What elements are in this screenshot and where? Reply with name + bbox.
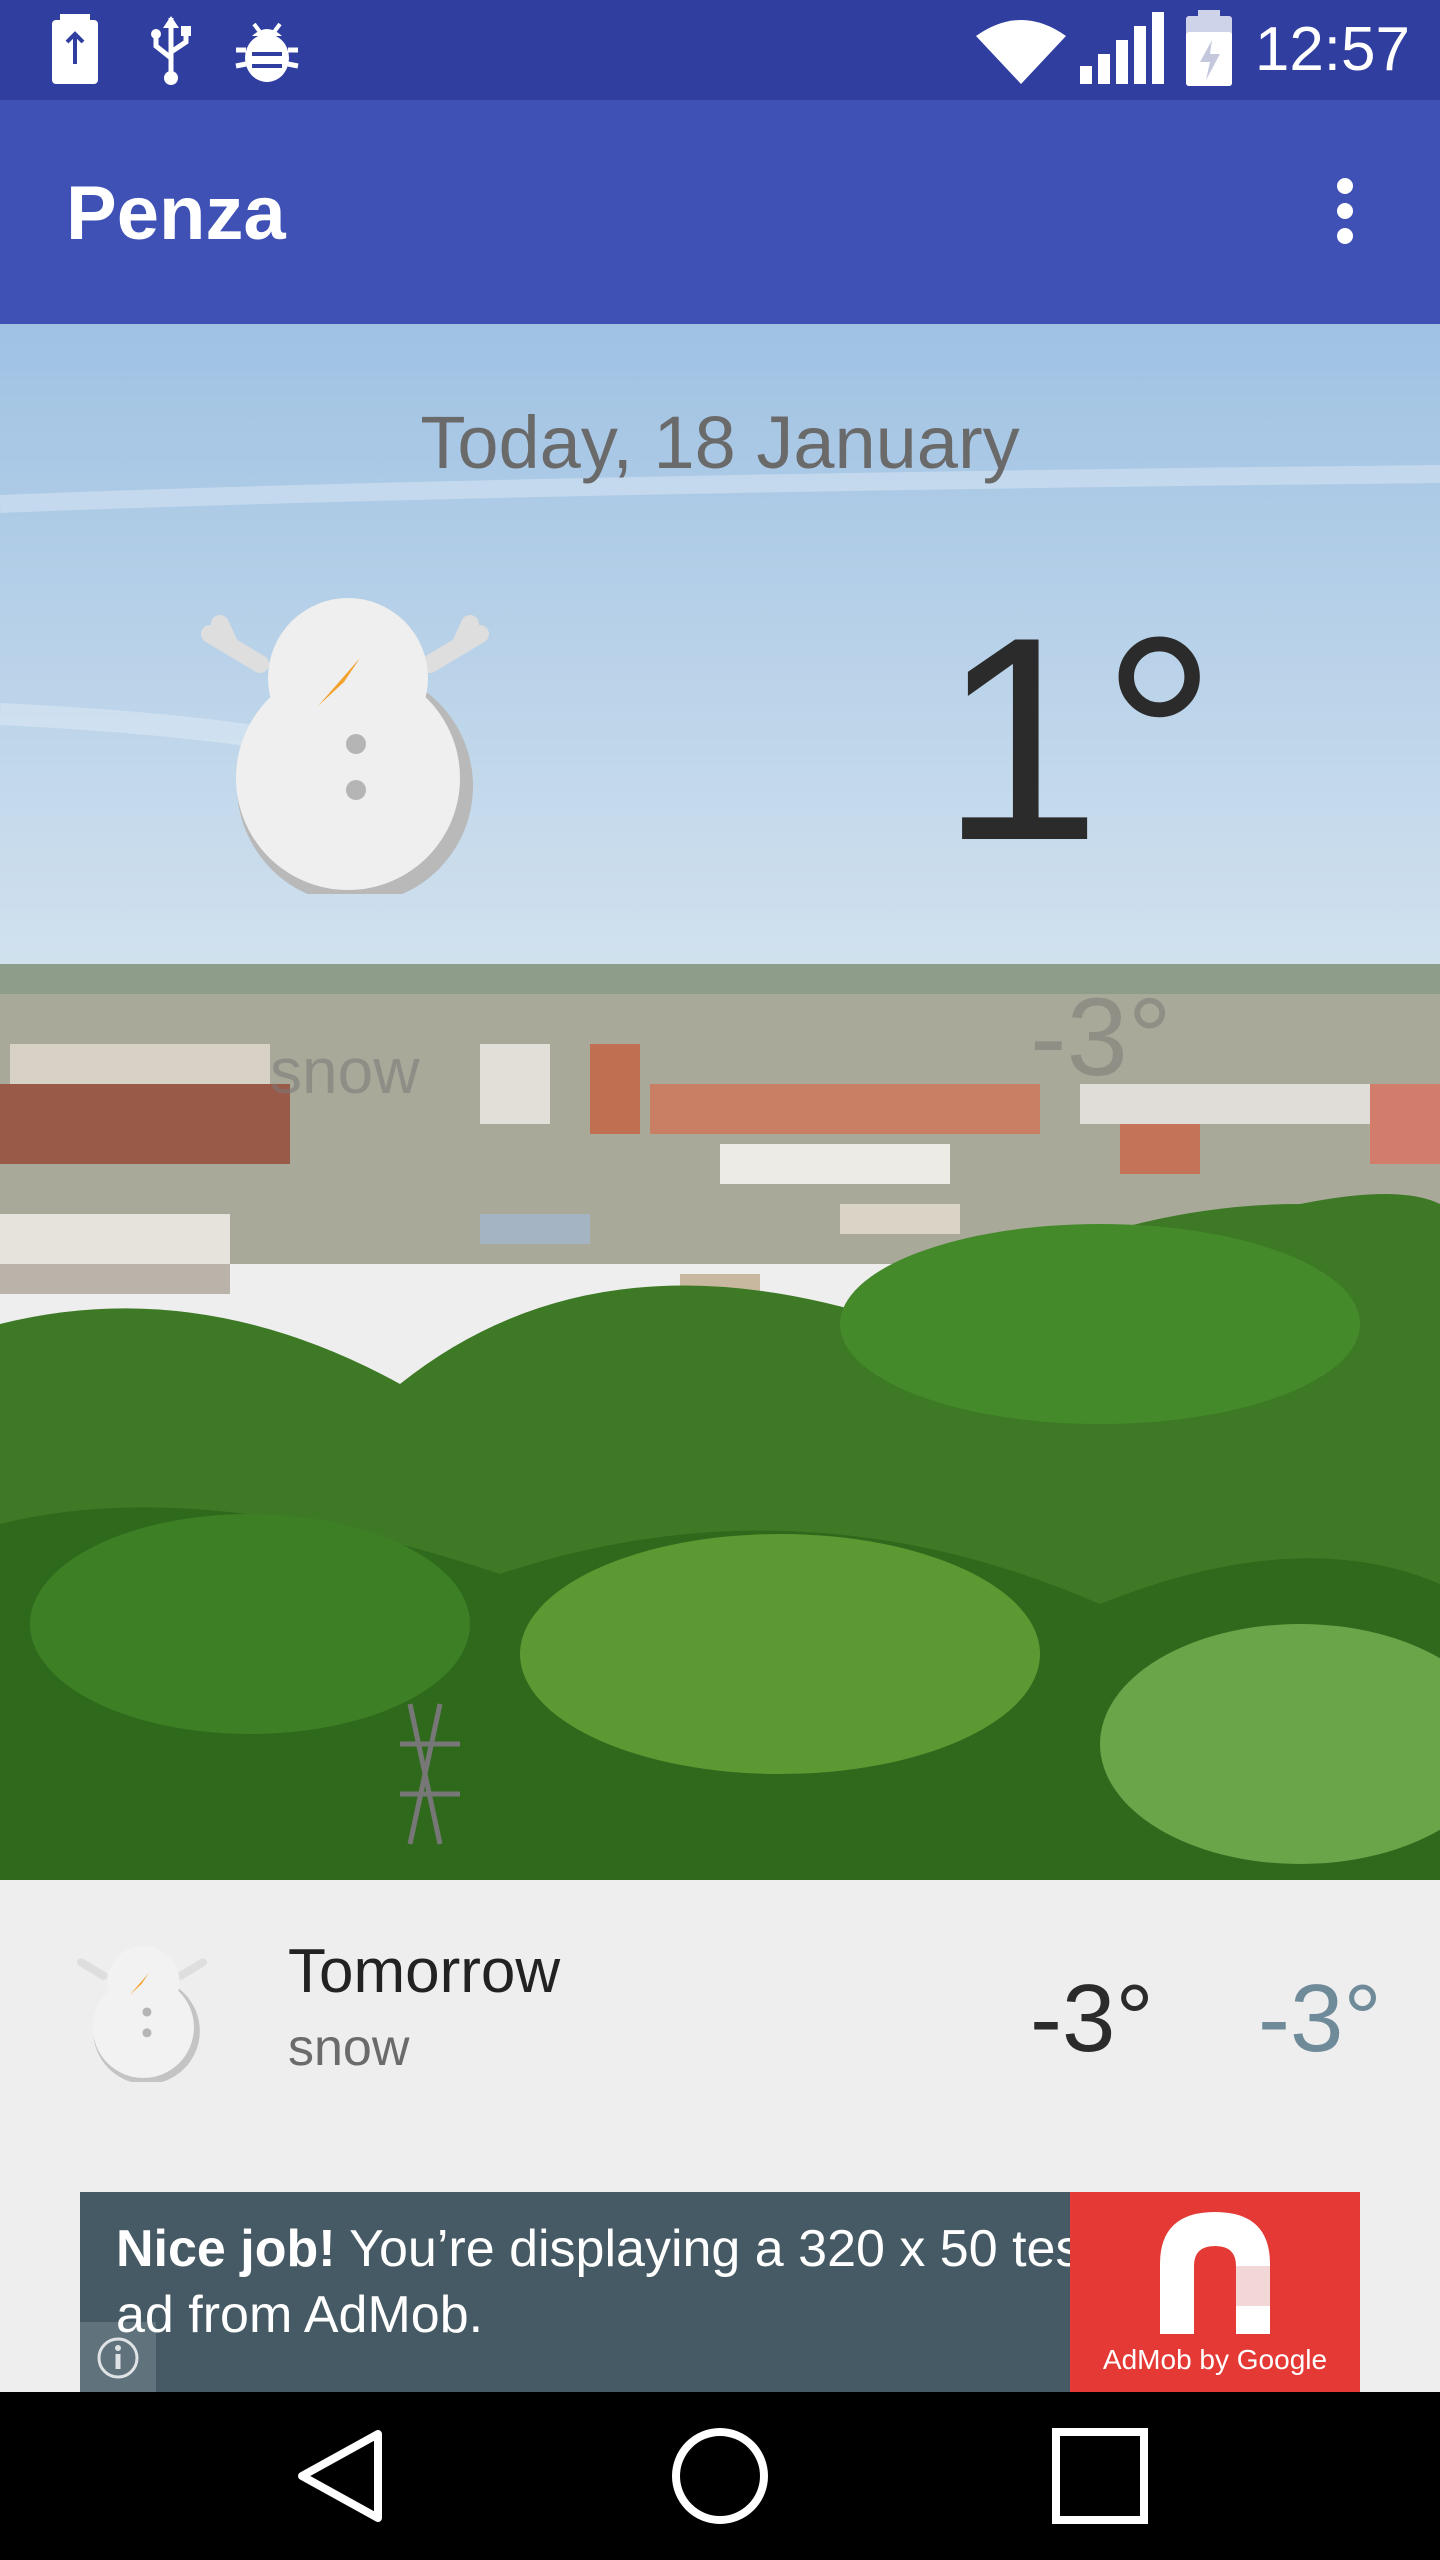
today-description: snow — [270, 1035, 420, 1107]
recents-icon[interactable] — [1050, 2426, 1150, 2530]
more-vert-icon[interactable] — [1330, 178, 1360, 248]
forecast-low-temp: -3° — [1258, 1965, 1382, 2072]
admob-logo: AdMob by Google — [1070, 2192, 1360, 2392]
signal-icon — [1078, 10, 1164, 90]
today-high-temp: 1° — [940, 577, 1218, 901]
back-icon[interactable] — [290, 2426, 390, 2530]
city-background-image — [0, 324, 1440, 1880]
ad-headline: Nice job! — [116, 2220, 336, 2278]
ad-brand: AdMob by Google — [1102, 2344, 1328, 2375]
battery-icon — [1184, 10, 1234, 92]
status-time: 12:57 — [1254, 15, 1410, 84]
navigation-bar — [0, 2392, 1440, 2560]
ad-message: Nice job! You’re displaying a 320 x 50 t… — [116, 2216, 1106, 2348]
debug-bug-icon — [232, 14, 302, 90]
app-bar: Penza — [0, 100, 1440, 324]
snowman-icon — [190, 594, 500, 904]
status-bar: 12:57 — [0, 0, 1440, 100]
forecast-day: Tomorrow — [288, 1937, 561, 2006]
forecast-high-temp: -3° — [1030, 1965, 1154, 2072]
list-item[interactable]: Tomorrow snow -3° -3° — [0, 1880, 1440, 2180]
today-low-temp: -3° — [1030, 976, 1172, 1099]
page-title: Penza — [66, 171, 286, 256]
today-date: Today, 18 January — [420, 401, 1020, 484]
snowman-icon — [72, 1942, 212, 2086]
today-hero[interactable]: Today, 18 January 1° snow -3° — [0, 324, 1440, 1880]
usb-icon — [146, 14, 196, 90]
wifi-icon — [976, 18, 1066, 90]
home-icon[interactable] — [670, 2426, 770, 2530]
forecast-description: snow — [288, 2019, 410, 2077]
info-icon[interactable] — [80, 2322, 156, 2392]
ad-banner[interactable]: Nice job! You’re displaying a 320 x 50 t… — [80, 2192, 1360, 2392]
battery-charging-icon — [50, 14, 100, 90]
